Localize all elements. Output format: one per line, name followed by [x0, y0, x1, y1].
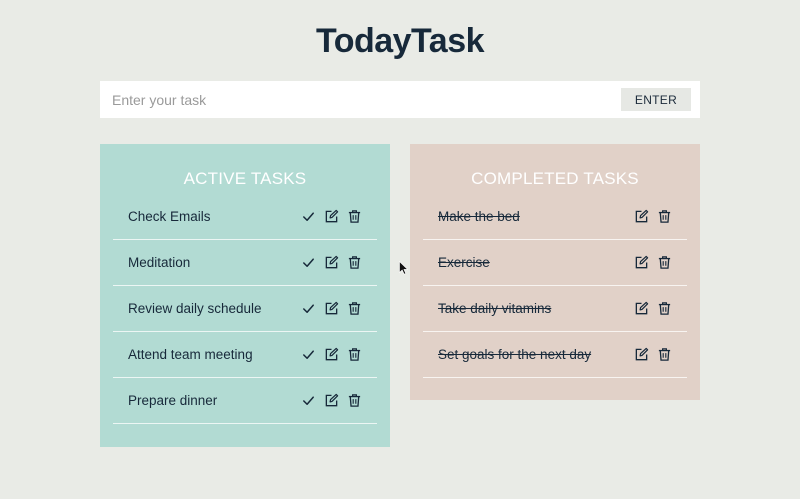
task-input[interactable]: [100, 80, 621, 119]
trash-icon[interactable]: [657, 301, 672, 316]
trash-icon[interactable]: [347, 393, 362, 408]
task-actions: [301, 301, 362, 316]
check-icon[interactable]: [301, 255, 316, 270]
trash-icon[interactable]: [347, 209, 362, 224]
trash-icon[interactable]: [657, 255, 672, 270]
completed-task-item: Set goals for the next day: [423, 332, 687, 378]
task-actions: [634, 209, 672, 224]
active-task-item: Review daily schedule: [113, 286, 377, 332]
app-root: TodayTask ENTER ACTIVE TASKS Check Email…: [0, 0, 800, 499]
trash-icon[interactable]: [347, 347, 362, 362]
task-label: Attend team meeting: [128, 347, 253, 362]
task-actions: [301, 209, 362, 224]
task-label: Take daily vitamins: [438, 301, 552, 316]
task-actions: [301, 255, 362, 270]
task-label: Prepare dinner: [128, 393, 218, 408]
trash-icon[interactable]: [347, 301, 362, 316]
trash-icon[interactable]: [657, 209, 672, 224]
edit-icon[interactable]: [634, 209, 649, 224]
active-task-item: Attend team meeting: [113, 332, 377, 378]
task-label: Make the bed: [438, 209, 520, 224]
completed-task-item: Exercise: [423, 240, 687, 286]
edit-icon[interactable]: [324, 347, 339, 362]
task-actions: [634, 301, 672, 316]
check-icon[interactable]: [301, 301, 316, 316]
check-icon[interactable]: [301, 347, 316, 362]
check-icon[interactable]: [301, 393, 316, 408]
edit-icon[interactable]: [324, 255, 339, 270]
task-label: Review daily schedule: [128, 301, 262, 316]
edit-icon[interactable]: [324, 393, 339, 408]
check-icon[interactable]: [301, 209, 316, 224]
trash-icon[interactable]: [347, 255, 362, 270]
task-label: Check Emails: [128, 209, 211, 224]
completed-tasks-panel: COMPLETED TASKS Make the bed Exercise Ta…: [410, 144, 700, 400]
mouse-cursor-icon: [399, 261, 408, 275]
task-actions: [634, 347, 672, 362]
active-tasks-panel: ACTIVE TASKS Check Emails Meditation Rev…: [100, 144, 390, 447]
completed-task-item: Take daily vitamins: [423, 286, 687, 332]
edit-icon[interactable]: [634, 347, 649, 362]
task-actions: [301, 393, 362, 408]
edit-icon[interactable]: [324, 209, 339, 224]
completed-task-list: Make the bed Exercise Take daily vitamin…: [423, 194, 687, 378]
active-task-item: Prepare dinner: [113, 378, 377, 424]
task-actions: [634, 255, 672, 270]
task-label: Meditation: [128, 255, 191, 270]
edit-icon[interactable]: [634, 301, 649, 316]
enter-button[interactable]: ENTER: [621, 88, 691, 111]
task-actions: [301, 347, 362, 362]
task-label: Set goals for the next day: [438, 347, 592, 362]
active-task-item: Meditation: [113, 240, 377, 286]
trash-icon[interactable]: [657, 347, 672, 362]
edit-icon[interactable]: [634, 255, 649, 270]
edit-icon[interactable]: [324, 301, 339, 316]
task-input-bar: ENTER: [100, 80, 700, 119]
page-title: TodayTask: [315, 22, 485, 60]
active-task-list: Check Emails Meditation Review daily sch…: [113, 194, 377, 424]
task-label: Exercise: [438, 255, 490, 270]
